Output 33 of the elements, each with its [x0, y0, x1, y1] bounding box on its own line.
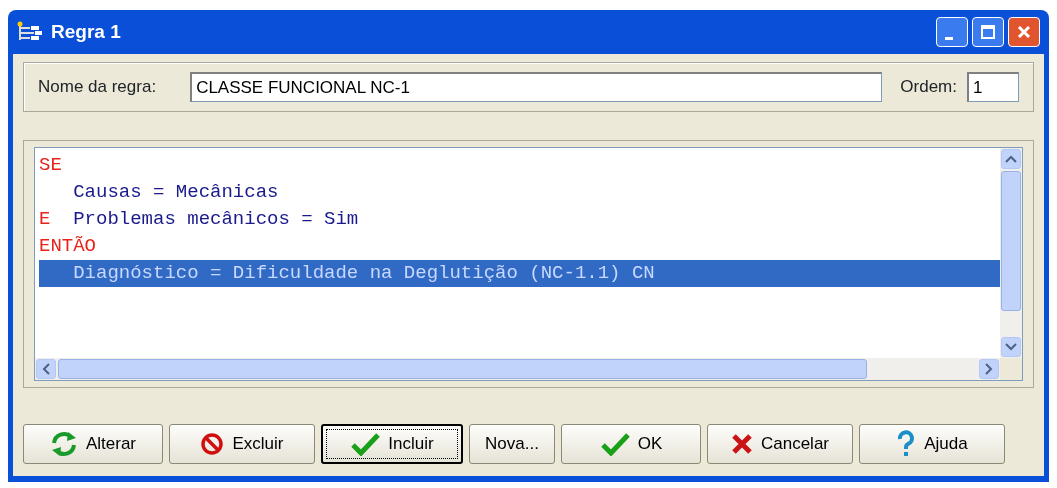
question-mark-icon	[896, 430, 917, 458]
refresh-icon	[49, 431, 78, 457]
horizontal-scrollbar[interactable]	[35, 358, 1000, 380]
rule-line[interactable]: Causas = Mecânicas	[39, 179, 1000, 206]
close-icon	[1016, 24, 1032, 40]
rule-keyword[interactable]: SE	[39, 152, 1000, 179]
vertical-scrollbar[interactable]	[1000, 148, 1022, 358]
order-label: Ordem:	[900, 76, 957, 99]
cross-icon	[730, 433, 753, 455]
no-entry-icon	[200, 432, 225, 456]
maximize-button[interactable]	[972, 17, 1004, 47]
minimize-button[interactable]	[936, 17, 968, 47]
dialog-button[interactable]: Nova...	[469, 424, 555, 464]
order-field[interactable]: 1	[967, 72, 1019, 102]
maximize-icon	[980, 24, 996, 40]
tree-icon	[17, 21, 43, 43]
rule-keyword[interactable]: ENTÃO	[39, 233, 1000, 260]
rule-name-field[interactable]: CLASSE FUNCIONAL NC-1	[190, 72, 883, 102]
minimize-icon	[945, 36, 953, 40]
close-button[interactable]	[1008, 17, 1040, 47]
checkmark-icon	[350, 432, 381, 456]
scrollbar-corner	[1000, 358, 1022, 380]
window-title: Regra 1	[51, 19, 121, 44]
dialog-button[interactable]: Cancelar	[707, 424, 853, 464]
dialog-button[interactable]: Excluir	[169, 424, 315, 464]
dialog-button[interactable]: Alterar	[23, 424, 163, 464]
checkmark-icon	[599, 432, 630, 456]
dialog-button[interactable]: OK	[561, 424, 701, 464]
rule-name-label: Nome da regra:	[38, 76, 157, 99]
dialog-button[interactable]: Incluir	[321, 424, 463, 464]
dialog-button[interactable]: Ajuda	[859, 424, 1005, 464]
rule-line[interactable]: E Problemas mecânicos = Sim	[39, 206, 1000, 233]
rule-editor[interactable]: SE Causas = Mecânicas E Problemas mecânicos = Sim ENTÃO Diagnóstico = Dificuldade na Deglutição (NC-1.1) CN	[34, 147, 1023, 381]
